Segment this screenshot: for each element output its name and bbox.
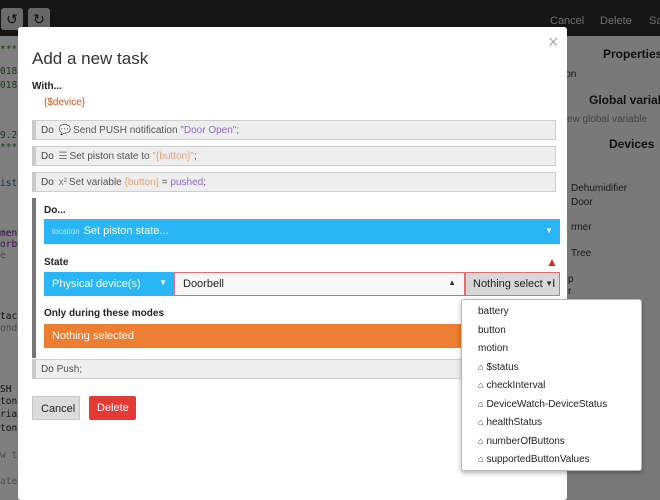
device-select[interactable]: Doorbell ▲ <box>174 272 465 296</box>
dropdown-option-label: checkInterval <box>486 380 546 391</box>
attribute-select[interactable]: Nothing selected ▼ <box>465 272 560 296</box>
with-label: With... <box>32 81 62 92</box>
house-icon: ⌂ <box>478 380 484 390</box>
statement-text: Send PUSH notification <box>73 125 181 136</box>
caret-down-icon: ▼ <box>545 226 553 235</box>
statement-text: Set variable <box>68 177 125 188</box>
statement-do-keyword: Do <box>41 151 54 162</box>
dropdown-option[interactable]: ⌂ checkInterval <box>462 377 641 396</box>
state-label: State <box>44 257 69 268</box>
statement-do-keyword: Do <box>41 364 54 375</box>
dialog-title: Add a new task <box>32 49 149 68</box>
statement-do-keyword: Do <box>41 177 54 188</box>
dropdown-option-label: supportedButtonValues <box>486 454 590 465</box>
dropdown-option-label: battery <box>478 306 509 317</box>
dropdown-option-label: motion <box>478 343 509 354</box>
statement-send-push[interactable]: Do 💬 Send PUSH notification "Door Open"; <box>32 120 556 140</box>
dropdown-option[interactable]: ⌂ $status <box>462 359 641 378</box>
cancel-button[interactable]: Cancel <box>32 396 80 420</box>
dropdown-option[interactable]: ⌂ supportedButtonValues <box>462 451 641 470</box>
statement-value: "Door Open" <box>180 125 237 136</box>
list-icon: ☰ <box>58 151 68 162</box>
attribute-dropdown-list: battery button motion ⌂ $status ⌂ checkInterva… <box>461 299 642 471</box>
dropdown-option-label: button <box>478 324 506 336</box>
command-select-value: Set piston state... <box>83 225 169 237</box>
modes-label: Only during these modes <box>44 308 165 319</box>
statement-do-keyword: Do <box>41 125 54 136</box>
statement-equals: = <box>159 177 171 188</box>
do-label: Do... <box>44 205 66 216</box>
dropdown-option[interactable]: ⌂ healthStatus <box>462 414 641 433</box>
dropdown-option-label: $status <box>486 361 519 373</box>
device-select-value: Doorbell <box>183 278 224 290</box>
house-icon: ⌂ <box>478 398 484 409</box>
close-icon[interactable]: × <box>548 32 559 53</box>
statement-set-variable[interactable]: Do x² Set variable {button} = pushed; <box>32 172 556 192</box>
dropdown-option-label: healthStatus <box>486 417 543 428</box>
modes-select-value: Nothing selected <box>52 330 134 342</box>
house-icon: ⌂ <box>478 361 484 372</box>
caret-down-icon: ▼ <box>543 279 553 288</box>
statement-variable: {button} <box>124 177 159 188</box>
physical-device-select[interactable]: Physical device(s) ▼ <box>44 272 174 296</box>
dropdown-option-label: numberOfButtons <box>486 435 565 447</box>
warning-icon: ▲ <box>546 255 558 269</box>
statement-text: Push; <box>56 364 83 375</box>
dropdown-option[interactable]: button <box>462 322 641 341</box>
delete-button[interactable]: Delete <box>89 396 136 420</box>
statement-value: pushed <box>170 177 204 188</box>
dropdown-option[interactable]: battery <box>462 303 641 322</box>
statement-suffix: ; <box>236 125 240 136</box>
dropdown-option-label: DeviceWatch-DeviceStatus <box>486 398 608 410</box>
message-icon: 💬 <box>58 125 72 136</box>
statement-set-piston-state[interactable]: Do ☰ Set piston state to "{button}"; <box>32 146 556 166</box>
house-icon: ⌂ <box>478 454 484 464</box>
caret-up-icon: ▲ <box>448 278 456 287</box>
dropdown-option[interactable]: motion <box>462 340 641 359</box>
device-variable[interactable]: {$device} <box>44 97 85 108</box>
statement-text: Set piston state to <box>69 151 153 162</box>
house-icon: ⌂ <box>478 417 484 427</box>
statement-suffix: ; <box>193 151 197 162</box>
variable-icon: x² <box>58 177 67 188</box>
command-scope: location <box>52 227 80 236</box>
dropdown-option[interactable]: ⌂ DeviceWatch-DeviceStatus <box>462 396 641 415</box>
caret-down-icon: ▼ <box>159 278 167 287</box>
dropdown-option[interactable]: ⌂ numberOfButtons <box>462 433 641 452</box>
command-select[interactable]: location Set piston state... ▼ <box>44 219 560 244</box>
house-icon: ⌂ <box>478 435 484 446</box>
physical-device-value: Physical device(s) <box>52 278 141 290</box>
statement-value: "{button}" <box>152 151 194 162</box>
statement-suffix: ; <box>203 177 206 188</box>
